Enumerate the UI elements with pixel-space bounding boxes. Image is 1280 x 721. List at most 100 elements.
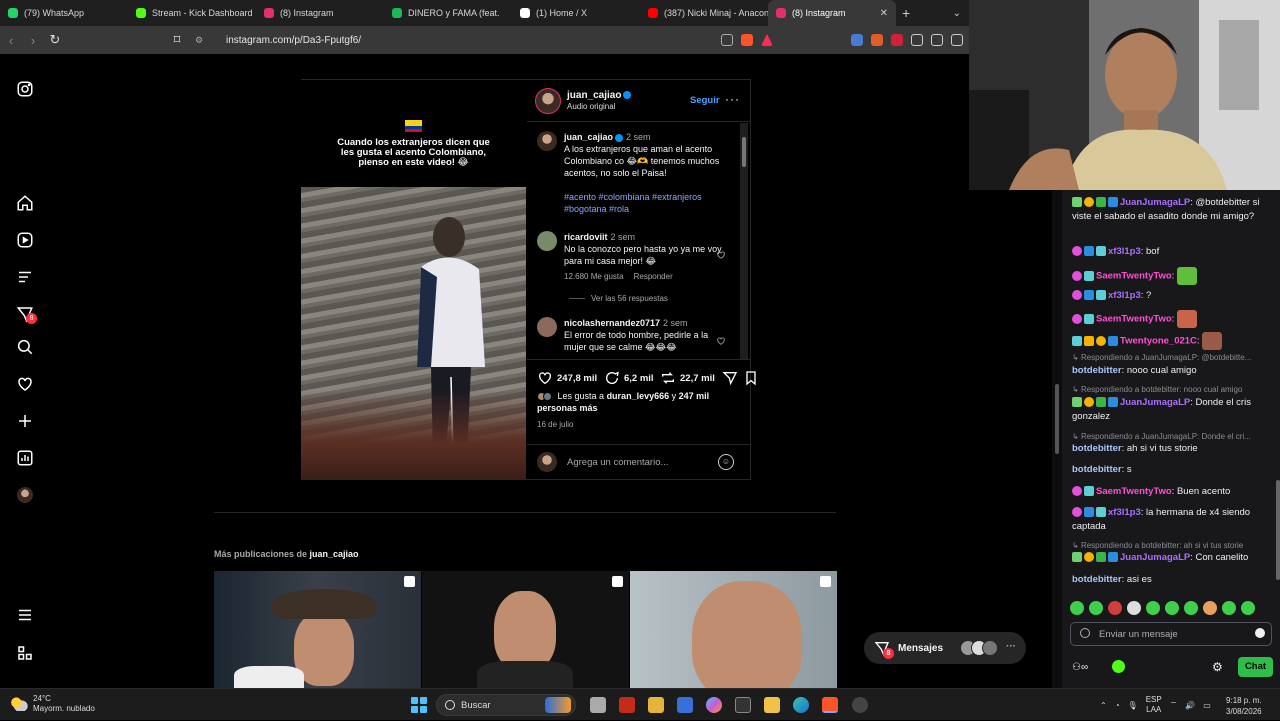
menu-icon[interactable] xyxy=(16,606,34,624)
emote-icon[interactable] xyxy=(1089,601,1103,615)
emote-icon[interactable] xyxy=(1127,601,1141,615)
save-button[interactable] xyxy=(743,370,759,386)
more-options-icon[interactable]: ··· xyxy=(725,92,740,106)
author-username[interactable]: juan_cajiao xyxy=(567,90,632,101)
chat-username[interactable]: xf3l1p3 xyxy=(1108,290,1141,301)
brave-icon[interactable] xyxy=(822,697,838,713)
reels-icon[interactable] xyxy=(16,231,34,249)
brave-rewards-icon[interactable] xyxy=(761,34,773,46)
emote-icon[interactable] xyxy=(1203,601,1217,615)
repost-button[interactable]: 22,7 mil xyxy=(660,370,715,386)
cast-icon[interactable] xyxy=(721,34,733,46)
chat-username[interactable]: xf3l1p3 xyxy=(1108,507,1141,518)
windows-start-icon[interactable] xyxy=(411,697,427,713)
url-text[interactable]: instagram.com/p/Da3-Fputgf6/ xyxy=(226,35,361,46)
battery-icon[interactable]: ▭ xyxy=(1203,701,1211,710)
view-replies-link[interactable]: Ver las 56 respuestas xyxy=(569,294,668,303)
page-scrollbar-thumb[interactable] xyxy=(1055,384,1059,454)
emote-icon[interactable] xyxy=(1165,601,1179,615)
bookmark-icon[interactable]: ⌑ xyxy=(166,32,188,48)
chat-settings-icon[interactable] xyxy=(1080,628,1090,638)
share-button[interactable] xyxy=(722,370,738,386)
chat-username[interactable]: JuanJumagaLP xyxy=(1120,397,1190,408)
chat-send-button[interactable]: Chat xyxy=(1238,657,1273,677)
file-explorer-icon[interactable] xyxy=(648,697,664,713)
weather-widget[interactable]: 24°C Mayorm. nublado xyxy=(33,694,95,714)
emote-icon[interactable] xyxy=(1146,601,1160,615)
terminal-icon[interactable] xyxy=(735,697,751,713)
task-view-icon[interactable] xyxy=(590,697,606,713)
explore-icon[interactable] xyxy=(16,268,34,286)
chat-username[interactable]: xf3l1p3 xyxy=(1108,246,1141,257)
caption-hashtags[interactable]: #acento #colombiana #extranjeros #bogota… xyxy=(564,191,727,215)
chat-username[interactable]: SaemTwentyTwo xyxy=(1096,486,1172,497)
liked-by-user[interactable]: duran_levy666 xyxy=(607,391,670,401)
browser-tab[interactable]: (387) Nicki Minaj - Anacon xyxy=(640,0,768,26)
emote-icon[interactable] xyxy=(1241,601,1255,615)
liked-by[interactable]: Les gusta a duran_levy666 y 247 mil pers… xyxy=(537,390,737,414)
microphone-icon[interactable]: 🎙 xyxy=(1128,701,1138,710)
emote-icon[interactable] xyxy=(1222,601,1236,615)
messages-icon[interactable]: 8 xyxy=(16,305,37,324)
chat-scrollbar[interactable] xyxy=(1276,190,1280,620)
kick-icon[interactable] xyxy=(1112,660,1125,673)
search-icon[interactable] xyxy=(16,338,34,356)
scrollbar-thumb[interactable] xyxy=(742,137,746,167)
like-button[interactable]: 247,8 mil xyxy=(537,370,597,386)
forward-icon[interactable]: › xyxy=(22,33,44,48)
tab-search-chevron-icon[interactable]: ⌄ xyxy=(953,8,969,19)
author-avatar[interactable] xyxy=(535,88,561,114)
chat-username[interactable]: botdebitter xyxy=(1072,574,1122,585)
post-thumbnail-1[interactable] xyxy=(214,571,421,688)
translate-icon[interactable] xyxy=(851,34,863,46)
emote-icon[interactable] xyxy=(1184,601,1198,615)
chat-username[interactable]: Twentyone_021C xyxy=(1120,336,1197,347)
clock[interactable]: 9:18 p. m. 3/08/2026 xyxy=(1226,695,1262,717)
notifications-heart-icon[interactable] xyxy=(16,375,34,393)
comment-button[interactable]: 6,2 mil xyxy=(604,370,654,386)
chat-mod-icon[interactable]: ⚇∞ xyxy=(1072,662,1088,673)
post-thumbnail-2[interactable] xyxy=(422,571,629,688)
site-info-icon[interactable]: ⚙ xyxy=(188,35,210,46)
browser-tab[interactable]: Stream - Kick Dashboard xyxy=(128,0,256,26)
chat-username[interactable]: botdebitter xyxy=(1072,365,1122,376)
sidebar-icon[interactable] xyxy=(951,34,963,46)
download-icon[interactable] xyxy=(931,34,943,46)
create-icon[interactable] xyxy=(16,412,34,430)
video-frame[interactable]: 🔈 xyxy=(301,187,526,480)
reply-button[interactable]: Responder xyxy=(634,272,673,281)
wifi-icon[interactable]: ⌔ xyxy=(1170,700,1178,710)
messages-button[interactable]: 8 Mensajes ··· xyxy=(864,632,1026,664)
chat-input[interactable]: Enviar un mensaje xyxy=(1070,622,1272,646)
comments-scrollbar[interactable] xyxy=(740,123,748,359)
taskbar-search[interactable]: Buscar xyxy=(436,694,576,716)
chat-username[interactable]: JuanJumagaLP xyxy=(1120,197,1190,208)
like-comment-heart-icon[interactable] xyxy=(716,250,726,260)
comment-username[interactable]: ricardoviit xyxy=(564,232,608,242)
volume-icon[interactable]: 🔊 xyxy=(1185,701,1195,710)
extension-icon-2[interactable] xyxy=(891,34,903,46)
comment-username[interactable]: juan_cajiao xyxy=(564,132,613,142)
app-icon[interactable] xyxy=(677,697,693,713)
follow-button[interactable]: Seguir xyxy=(690,95,720,106)
browser-tab[interactable]: (8) Instagram ✕ xyxy=(768,0,896,26)
reply-hint[interactable]: ↳ Respondiendo a JuanJumagaLP: Donde el … xyxy=(1072,432,1277,441)
audio-label[interactable]: Audio original xyxy=(567,102,615,111)
extension-icon-1[interactable] xyxy=(871,34,883,46)
copilot-icon[interactable] xyxy=(706,697,722,713)
instagram-logo-icon[interactable] xyxy=(16,80,34,98)
tray-app-icon[interactable]: ◔ xyxy=(1115,701,1120,710)
reply-hint[interactable]: ↳ Respondiendo a botdebitter: nooo cual … xyxy=(1072,385,1277,394)
emote-icon[interactable] xyxy=(1070,601,1084,615)
avatar[interactable] xyxy=(537,131,557,151)
browser-tab[interactable]: (79) WhatsApp xyxy=(0,0,128,26)
avatar[interactable] xyxy=(537,317,557,337)
comment-username[interactable]: nicolashernandez0717 xyxy=(564,318,660,328)
avatar[interactable] xyxy=(537,231,557,251)
chat-username[interactable]: JuanJumagaLP xyxy=(1120,552,1190,563)
reply-hint[interactable]: ↳ Respondiendo a botdebitter: ah si vi t… xyxy=(1072,541,1277,550)
extensions-puzzle-icon[interactable] xyxy=(911,34,923,46)
comment-likes[interactable]: 12.680 Me gusta xyxy=(564,272,624,281)
browser-tab[interactable]: (1) Home / X xyxy=(512,0,640,26)
emote-icon[interactable] xyxy=(1108,601,1122,615)
